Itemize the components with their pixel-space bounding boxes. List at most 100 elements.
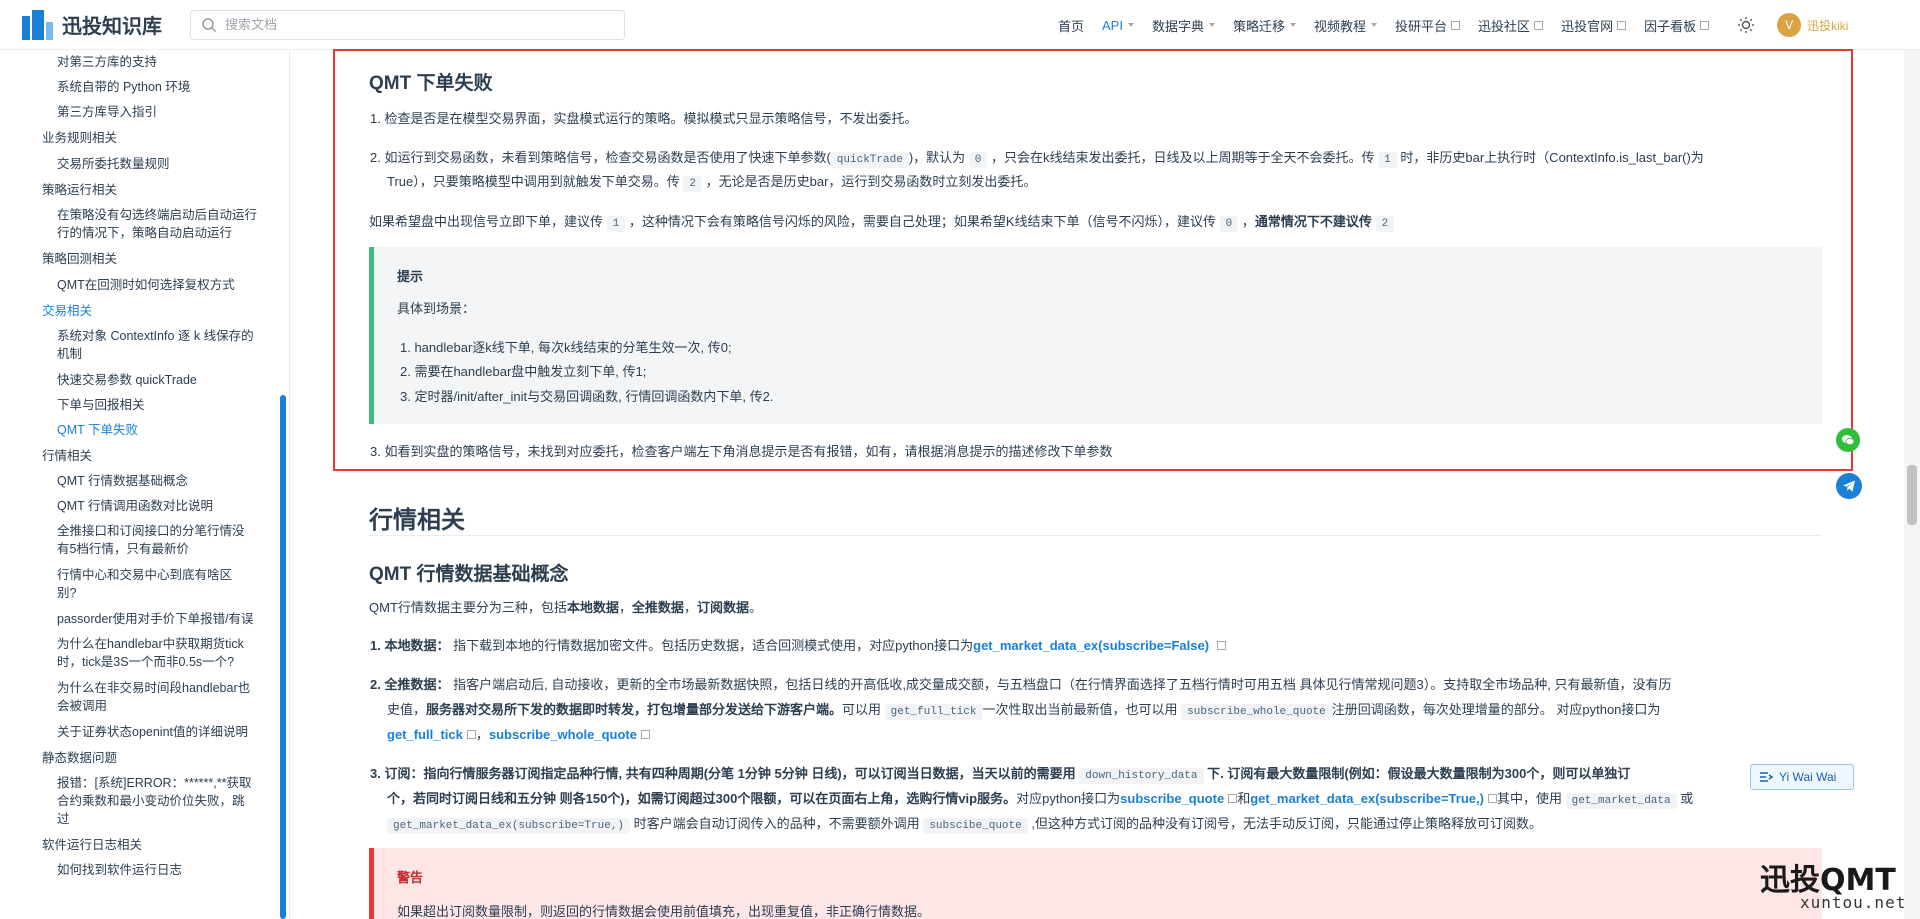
nav-official-site[interactable]: 迅投官网 bbox=[1561, 16, 1627, 35]
sidebar-item[interactable]: passorder使用对手价下单报错/有误 bbox=[57, 610, 272, 628]
sidebar-item[interactable]: 行情中心和交易中心到底有啥区 bbox=[57, 566, 272, 584]
sidebar-item[interactable]: 下单与回报相关 bbox=[57, 396, 272, 414]
wechat-icon[interactable] bbox=[1836, 428, 1860, 452]
sidebar-item[interactable]: 关于证券状态openint值的详细说明 bbox=[57, 723, 272, 741]
sidebar-item[interactable]: 在策略没有勾选终端启动后自动运行 bbox=[57, 206, 272, 224]
paragraph: QMT行情数据主要分为三种，包括本地数据，全推数据，订阅数据。 bbox=[369, 600, 762, 615]
warning-text: 如果超出订阅数量限制，则返回的行情数据会使用前值填充，出现重复值，非正确行情数据… bbox=[397, 904, 931, 919]
section-title-order-failure: QMT 下单失败 bbox=[369, 73, 493, 94]
search-box[interactable] bbox=[190, 9, 625, 40]
list-item-cont: 史值，服务器对交易所下发的数据即时转发，打包增量部分发送给下游客户端。可以用 g… bbox=[387, 702, 1661, 720]
sidebar-item[interactable]: 全推接口和订阅接口的分笔行情没 bbox=[57, 522, 272, 540]
sidebar-group[interactable]: 行情相关 bbox=[42, 447, 92, 465]
external-link-icon bbox=[1534, 20, 1544, 30]
link-subscribe-whole-quote[interactable]: subscribe_whole_quote bbox=[489, 727, 637, 742]
theme-toggle-icon[interactable] bbox=[1737, 16, 1755, 34]
sidebar-item-active[interactable]: QMT 下单失败 bbox=[57, 421, 272, 439]
external-link-icon bbox=[640, 730, 650, 739]
sidebar-item[interactable]: 快速交易参数 quickTrade bbox=[57, 371, 272, 389]
list-item: 2. 如运行到交易函数，未看到策略信号，检查交易函数是否使用了快速下单参数(qu… bbox=[370, 150, 1704, 168]
site-logo[interactable]: 迅投知识库 bbox=[20, 8, 170, 42]
nav-video-tutorials[interactable]: 视频教程 bbox=[1314, 16, 1378, 35]
sidebar-item[interactable]: QMT在回测时如何选择复权方式 bbox=[57, 276, 272, 294]
divider bbox=[369, 535, 1822, 536]
sidebar-item[interactable]: 机制 bbox=[57, 345, 272, 363]
translate-icon bbox=[1760, 772, 1773, 782]
yiwai-widget[interactable]: Yi Wai Wai bbox=[1750, 764, 1854, 790]
logo-mark-icon bbox=[20, 8, 54, 42]
telegram-icon[interactable] bbox=[1836, 473, 1862, 499]
sidebar-item[interactable]: 行的情况下，策略自动启动运行 bbox=[57, 224, 272, 242]
list-item: 3. 订阅：指向行情服务器订阅指定品种行情, 共有四种周期(分笔 1分钟 5分钟… bbox=[370, 766, 1631, 784]
tip-item: 3. 定时器/init/after_init与交易回调函数, 行情回调函数内下单… bbox=[400, 389, 774, 404]
sidebar-group[interactable]: 策略运行相关 bbox=[42, 181, 117, 199]
external-link-icon bbox=[1617, 20, 1627, 30]
warning-title: 警告 bbox=[397, 870, 424, 885]
list-item: 3. 如看到实盘的策略信号，未找到对应委托，检查客户端左下角消息提示是否有报错，… bbox=[370, 444, 1113, 459]
sidebar-item[interactable]: 为什么在handlebar中获取期货tick bbox=[57, 635, 272, 653]
nav-data-dictionary[interactable]: 数据字典 bbox=[1152, 16, 1215, 35]
nav-community[interactable]: 迅投社区 bbox=[1478, 16, 1544, 35]
paragraph: 如果希望盘中出现信号立即下单，建议传 1 ，这种情况下会有策略信号闪烁的风险，需… bbox=[369, 210, 1829, 236]
watermark-url: xuntou.net bbox=[1800, 893, 1907, 912]
list-item: 1. 本地数据： 指下载到本地的行情数据加密文件。包括历史数据，适合回测模式使用… bbox=[370, 634, 1830, 658]
nav-factor-board[interactable]: 因子看板 bbox=[1644, 16, 1710, 35]
top-header: 迅投知识库 首页 API 数据字典 策略迁移 视频教程 投研平台 迅投社区 迅投… bbox=[0, 0, 1920, 50]
sidebar-group[interactable]: 业务规则相关 bbox=[42, 129, 117, 147]
sidebar-item[interactable]: 会被调用 bbox=[57, 697, 272, 715]
caret-down-icon bbox=[1371, 23, 1378, 27]
sidebar-item[interactable]: 有5档行情，只有最新价 bbox=[57, 540, 272, 558]
nav-strategy-migration[interactable]: 策略迁移 bbox=[1233, 16, 1297, 35]
username[interactable]: 迅投kiki bbox=[1807, 17, 1848, 34]
sidebar-group[interactable]: 软件运行日志相关 bbox=[42, 836, 142, 854]
tip-title: 提示 bbox=[397, 269, 424, 284]
link-subscribe-quote[interactable]: subscribe_quote bbox=[1120, 791, 1224, 806]
list-item-cont: True），只要策略模型中调用到就触发下单交易。传 2 ，无论是否是历史bar，… bbox=[387, 174, 1037, 192]
link-get-full-tick[interactable]: get_full_tick bbox=[387, 727, 463, 742]
sidebar-item[interactable]: QMT 行情数据基础概念 bbox=[57, 472, 272, 490]
sidebar-item[interactable]: 如何找到软件运行日志 bbox=[57, 861, 272, 879]
nav-home[interactable]: 首页 bbox=[1058, 16, 1084, 35]
sidebar-item[interactable]: 系统自带的 Python 环境 bbox=[57, 78, 272, 96]
yiwai-label: Yi Wai Wai bbox=[1779, 770, 1837, 784]
external-link-icon bbox=[1216, 641, 1226, 650]
sidebar-group[interactable]: 静态数据问题 bbox=[42, 749, 117, 767]
external-link-icon bbox=[1487, 794, 1497, 803]
search-input[interactable] bbox=[225, 17, 605, 32]
link-get-market-data-ex[interactable]: get_market_data_ex(subscribe=False) bbox=[973, 638, 1209, 653]
nav-research-platform[interactable]: 投研平台 bbox=[1395, 16, 1461, 35]
list-item-cont: 个，若同时订阅日线和五分钟 则各150个)，如需订阅超过300个限额，可以在页面… bbox=[387, 791, 1694, 809]
list-item: 2. 全推数据： 指客户端启动后, 自动接收，更新的全市场最新数据快照，包括日线… bbox=[370, 677, 1672, 692]
page-scrollbar-thumb[interactable] bbox=[1907, 465, 1917, 525]
sidebar-group-trading[interactable]: 交易相关 bbox=[42, 302, 92, 320]
nav-api[interactable]: API bbox=[1102, 18, 1134, 33]
sidebar-item[interactable]: 对第三方库的支持 bbox=[57, 53, 272, 71]
caret-down-icon bbox=[1290, 23, 1297, 27]
section-title-market-basics: QMT 行情数据基础概念 bbox=[369, 564, 569, 585]
sidebar-group[interactable]: 策略回测相关 bbox=[42, 250, 117, 268]
list-item: 1. 检查是否是在模型交易界面，实盘模式运行的策略。模拟模式只显示策略信号，不发… bbox=[370, 111, 918, 126]
sidebar-item[interactable]: QMT 行情调用函数对比说明 bbox=[57, 497, 272, 515]
sidebar-scrollbar[interactable] bbox=[280, 395, 286, 919]
sidebar-item[interactable]: 别? bbox=[57, 584, 272, 602]
sidebar-item[interactable]: 过 bbox=[57, 810, 272, 828]
avatar[interactable]: V bbox=[1777, 13, 1802, 37]
sidebar: 对第三方库的支持 系统自带的 Python 环境 第三方库导入指引 业务规则相关… bbox=[0, 50, 290, 919]
caret-down-icon bbox=[1127, 23, 1134, 27]
tip-subtitle: 具体到场景： bbox=[397, 301, 476, 316]
external-link-icon bbox=[466, 730, 476, 739]
sidebar-item[interactable]: 合约乘数和最小变动价位失败，跳 bbox=[57, 792, 272, 810]
sidebar-item[interactable]: 交易所委托数量规则 bbox=[57, 155, 272, 173]
sidebar-item[interactable]: 时，tick是3S一个而非0.5s一个? bbox=[57, 653, 272, 671]
top-nav: 首页 API 数据字典 策略迁移 视频教程 投研平台 迅投社区 迅投官网 因子看… bbox=[1058, 0, 1848, 50]
sidebar-item[interactable]: 为什么在非交易时间段handlebar也 bbox=[57, 679, 272, 697]
link-get-market-data-ex-sub[interactable]: get_market_data_ex(subscribe=True,) bbox=[1250, 791, 1484, 806]
logo-text: 迅投知识库 bbox=[62, 16, 162, 38]
sidebar-item[interactable]: 系统对象 ContextInfo 逐 k 线保存的 bbox=[57, 327, 272, 345]
external-link-icon bbox=[1228, 794, 1238, 803]
external-link-icon bbox=[1451, 20, 1461, 30]
sidebar-item[interactable]: 第三方库导入指引 bbox=[57, 103, 272, 121]
sidebar-item[interactable]: 报错：[系统]ERROR：******,**获取 bbox=[57, 774, 272, 792]
caret-down-icon bbox=[1209, 23, 1215, 27]
heading-market-data: 行情相关 bbox=[369, 507, 465, 534]
